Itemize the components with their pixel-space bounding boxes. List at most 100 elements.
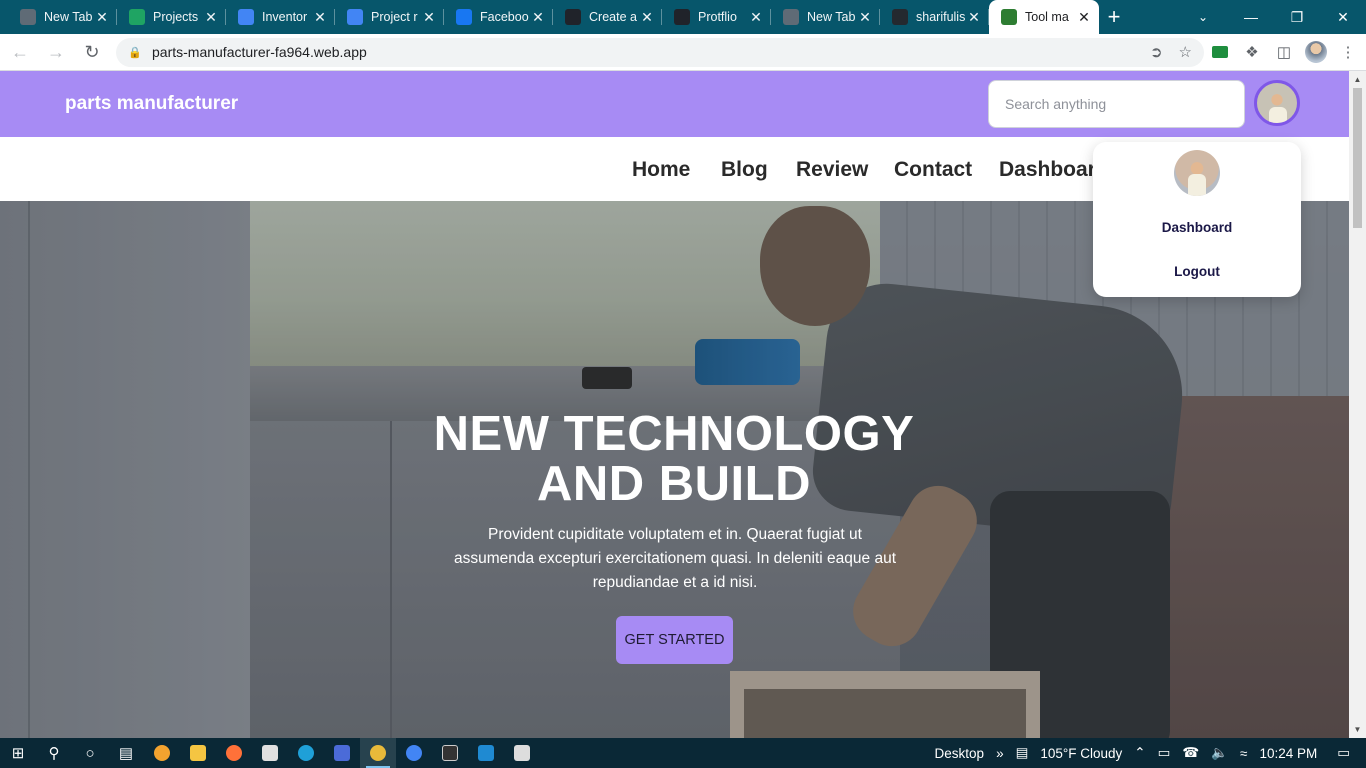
windows-start-icon[interactable]: ⊞ [0, 738, 36, 768]
wifi-icon[interactable]: ≈ [1240, 746, 1247, 761]
browser-tab[interactable]: Inventor ✕ [226, 0, 335, 34]
edge-icon[interactable] [288, 738, 324, 768]
windows-taskbar: ⊞ ⚲ ○ ▤ Desktop » ▤ 105°F Cloudy ⌃ ▭ ☎ 🔈… [0, 738, 1366, 768]
browser-profile-avatar[interactable] [1300, 36, 1332, 68]
scroll-down-icon[interactable]: ▼ [1349, 721, 1366, 738]
react-icon [674, 9, 690, 25]
close-tab-icon[interactable]: ✕ [531, 9, 545, 26]
hero-title-line1: NEW TECHNOLOGY [433, 407, 915, 461]
nav-review[interactable]: Review [796, 158, 868, 182]
close-tab-icon[interactable]: ✕ [749, 9, 763, 26]
close-tab-icon[interactable]: ✕ [313, 9, 327, 26]
minimize-icon[interactable]: — [1228, 0, 1274, 34]
desktop-label[interactable]: Desktop [935, 746, 985, 761]
search-input[interactable] [988, 80, 1245, 128]
tab-list: New Tab ✕ Projects ✕ Inventor ✕ Project r ✕ Face… [0, 0, 1099, 34]
page-scrollbar[interactable]: ▲ ▼ [1349, 71, 1366, 738]
restore-icon[interactable]: ❐ [1274, 0, 1320, 34]
page-viewport: parts manufacturer Home Blog Review Cont… [0, 71, 1349, 738]
hero-title-line2: AND BUILD [537, 457, 811, 511]
browser-tab[interactable]: Protflio ✕ [662, 0, 771, 34]
notifications-icon[interactable]: ▭ [1337, 745, 1350, 761]
window-controls: — ❐ ✕ [1228, 0, 1366, 34]
scroll-thumb[interactable] [1353, 88, 1362, 228]
volume-icon[interactable]: 🔈 [1211, 745, 1228, 761]
facebook-icon [456, 9, 472, 25]
tray-overflow-icon[interactable]: » [996, 746, 1004, 761]
browser-tab[interactable]: Faceboo ✕ [444, 0, 553, 34]
dropdown-dashboard[interactable]: Dashboard [1093, 220, 1301, 235]
browser-toolbar: ← → ↻ 🔒 parts-manufacturer-fa964.web.app… [0, 34, 1366, 71]
browser-tab[interactable]: Project r ✕ [335, 0, 444, 34]
close-tab-icon[interactable]: ✕ [967, 9, 981, 26]
chrome-profile-taskbar-icon[interactable] [396, 738, 432, 768]
close-tab-icon[interactable]: ✕ [204, 9, 218, 26]
profile-dropdown: Dashboard Logout [1093, 142, 1301, 297]
browser-tab[interactable]: New Tab ✕ [771, 0, 880, 34]
close-tab-icon[interactable]: ✕ [640, 9, 654, 26]
browser-tab[interactable]: New Tab ✕ [8, 0, 117, 34]
clock-time[interactable]: 10:24 PM [1259, 746, 1317, 761]
get-started-button[interactable]: GET STARTED [616, 616, 733, 664]
extension-green-icon[interactable] [1204, 36, 1236, 68]
share-icon[interactable]: ➲ [1150, 43, 1163, 61]
close-tab-icon[interactable]: ✕ [95, 9, 109, 26]
dropdown-avatar [1174, 150, 1220, 196]
site-brand[interactable]: parts manufacturer [65, 93, 238, 115]
site-header: parts manufacturer [0, 71, 1349, 137]
reload-icon[interactable]: ↻ [76, 36, 108, 68]
bookmark-star-icon[interactable]: ☆ [1179, 43, 1192, 61]
file-explorer-icon[interactable] [180, 738, 216, 768]
weather-text[interactable]: 105°F Cloudy [1040, 746, 1122, 761]
close-tab-icon[interactable]: ✕ [1077, 9, 1091, 26]
side-panel-icon[interactable]: ◫ [1268, 36, 1300, 68]
tool-icon [1001, 9, 1017, 25]
browser-tab-strip: New Tab ✕ Projects ✕ Inventor ✕ Project r ✕ Face… [0, 0, 1366, 34]
tab-title: Create a [589, 10, 637, 24]
search-icon[interactable]: ⚲ [36, 738, 72, 768]
cortana-icon[interactable]: ○ [72, 738, 108, 768]
chrome-canary-icon[interactable] [144, 738, 180, 768]
vscode-icon[interactable] [468, 738, 504, 768]
url-text: parts-manufacturer-fa964.web.app [152, 44, 367, 60]
chevron-up-icon[interactable]: ⌃ [1134, 745, 1145, 761]
browser-tab[interactable]: Tool ma ✕ [989, 0, 1099, 34]
hero-description: Provident cupiditate voluptatem et in. Q… [453, 526, 897, 591]
vpn-app-icon[interactable] [324, 738, 360, 768]
github-icon [892, 9, 908, 25]
nav-home[interactable]: Home [632, 158, 690, 182]
dropdown-logout[interactable]: Logout [1093, 264, 1301, 279]
meet-icon[interactable]: ☎ [1182, 745, 1199, 761]
forward-icon[interactable]: → [40, 36, 72, 68]
task-view-icon[interactable]: ▤ [108, 738, 144, 768]
firefox-icon[interactable] [216, 738, 252, 768]
terminal-icon[interactable] [432, 738, 468, 768]
photos-icon[interactable] [504, 738, 540, 768]
browser-tab[interactable]: Create a ✕ [553, 0, 662, 34]
browser-tab[interactable]: sharifulis ✕ [880, 0, 989, 34]
scroll-up-icon[interactable]: ▲ [1349, 71, 1366, 88]
close-tab-icon[interactable]: ✕ [422, 9, 436, 26]
new-tab-button[interactable]: + [1099, 0, 1129, 34]
docs-icon [238, 9, 254, 25]
close-window-icon[interactable]: ✕ [1320, 0, 1366, 34]
nav-blog[interactable]: Blog [721, 158, 768, 182]
chrome-taskbar-icon[interactable] [360, 738, 396, 768]
browser-tab[interactable]: Projects ✕ [117, 0, 226, 34]
profile-avatar[interactable] [1254, 80, 1300, 126]
hero-title: NEW TECHNOLOGY AND BUILD [374, 409, 974, 509]
snipping-tool-icon[interactable] [252, 738, 288, 768]
display-icon[interactable]: ▭ [1158, 745, 1171, 761]
weather-icon[interactable]: ▤ [1016, 745, 1029, 761]
back-icon[interactable]: ← [4, 36, 36, 68]
browser-menu-icon[interactable]: ⋮ [1332, 36, 1364, 68]
tab-search-icon[interactable]: ⌄ [1188, 0, 1218, 34]
close-tab-icon[interactable]: ✕ [858, 9, 872, 26]
nav-contact[interactable]: Contact [894, 158, 972, 182]
tab-title: Tool ma [1025, 10, 1069, 24]
tab-title: Project r [371, 10, 418, 24]
address-bar[interactable]: 🔒 parts-manufacturer-fa964.web.app ➲ ☆ [116, 37, 1204, 67]
tab-title: Inventor [262, 10, 308, 24]
tab-title: New Tab [44, 10, 93, 24]
extensions-puzzle-icon[interactable]: ❖ [1236, 36, 1268, 68]
